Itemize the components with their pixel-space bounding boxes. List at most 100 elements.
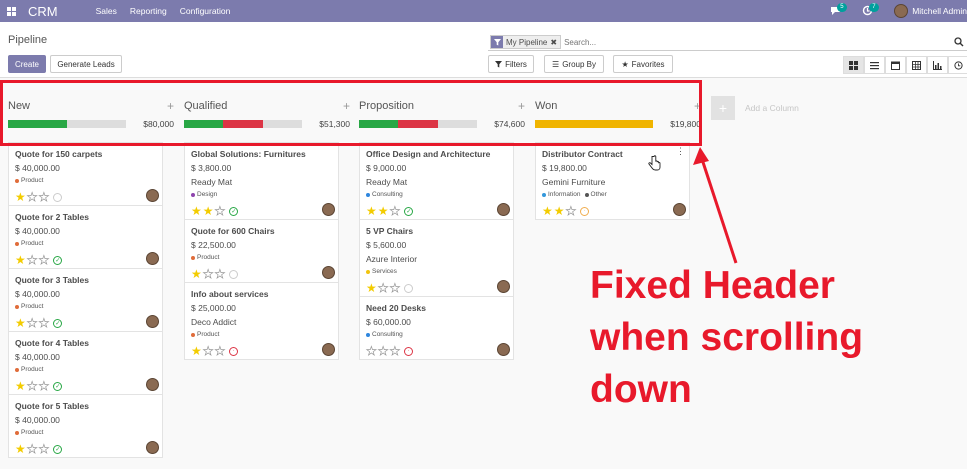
priority-star-icon[interactable]: ★ <box>203 205 214 217</box>
card-avatar[interactable] <box>322 343 335 356</box>
activity-status-icon[interactable]: ✓ <box>53 255 63 265</box>
activity-status-icon[interactable]: ✓ <box>53 318 63 328</box>
favorites-button[interactable]: ★ Favorites <box>613 55 673 73</box>
card-avatar[interactable] <box>673 203 686 216</box>
card-avatar[interactable] <box>146 252 159 265</box>
kanban-card[interactable]: Global Solutions: Furnitures $ 3,800.00 Re… <box>184 142 339 220</box>
activity-status-icon[interactable] <box>404 283 414 293</box>
list-view-icon[interactable] <box>864 56 885 74</box>
kanban-card[interactable]: Quote for 5 Tables $ 40,000.00 Product ★ ★ ★ ✓ <box>8 395 163 458</box>
priority-star-icon[interactable]: ★ <box>214 268 225 281</box>
priority-star-icon[interactable]: ★ <box>565 205 576 218</box>
create-button[interactable]: Create <box>8 55 46 73</box>
activity-status-icon[interactable]: ✓ <box>229 206 239 216</box>
search-bar[interactable]: My Pipeline ✖ <box>488 34 967 51</box>
calendar-view-icon[interactable] <box>885 56 906 74</box>
card-avatar[interactable] <box>322 266 335 279</box>
priority-star-icon[interactable]: ★ <box>202 268 213 281</box>
priority-star-icon[interactable]: ★ <box>38 443 49 456</box>
generate-leads-button[interactable]: Generate Leads <box>50 55 122 73</box>
add-column-label[interactable]: Add a Column <box>745 103 799 113</box>
kanban-card[interactable]: Distributor Contract $ 19,800.00 Gemini Fu… <box>535 142 690 220</box>
card-avatar[interactable] <box>146 378 159 391</box>
user-avatar[interactable] <box>894 4 909 18</box>
priority-star-icon[interactable]: ★ <box>38 380 49 393</box>
priority-star-icon[interactable]: ★ <box>26 191 37 204</box>
priority-star-icon[interactable]: ★ <box>191 345 202 357</box>
activity-status-icon[interactable]: ✓ <box>53 381 63 391</box>
priority-star-icon[interactable]: ★ <box>26 254 37 267</box>
priority-star-icon[interactable]: ★ <box>15 443 26 455</box>
priority-star-icon[interactable]: ★ <box>366 205 377 217</box>
priority-star-icon[interactable]: ★ <box>15 254 26 266</box>
priority-star-icon[interactable]: ★ <box>15 317 26 329</box>
add-column[interactable]: + Add a Column <box>711 96 799 120</box>
filters-button[interactable]: Filters <box>488 55 534 73</box>
groupby-button[interactable]: ☰ Group By <box>544 55 604 73</box>
menu-configuration[interactable]: Configuration <box>180 6 231 16</box>
card-avatar[interactable] <box>497 280 510 293</box>
priority-star-icon[interactable]: ★ <box>377 345 388 358</box>
priority-star-icon[interactable]: ★ <box>389 205 400 218</box>
pivot-view-icon[interactable] <box>906 56 927 74</box>
graph-view-icon[interactable] <box>927 56 948 74</box>
kanban-card[interactable]: 5 VP Chairs $ 5,600.00 Azure Interior Servi… <box>359 220 514 297</box>
filter-facet[interactable]: My Pipeline ✖ <box>490 35 562 49</box>
card-avatar[interactable] <box>497 203 510 216</box>
kanban-card[interactable]: Quote for 600 Chairs $ 22,500.00 Product ★ ★… <box>184 220 339 283</box>
kanban-card[interactable]: Quote for 4 Tables $ 40,000.00 Product ★ ★ ★ ✓ <box>8 332 163 395</box>
priority-star-icon[interactable]: ★ <box>366 282 377 294</box>
activity-status-icon[interactable] <box>229 269 239 279</box>
priority-star-icon[interactable]: ★ <box>15 380 26 392</box>
menu-sales[interactable]: Sales <box>96 6 117 16</box>
activity-status-icon[interactable]: · <box>229 346 239 356</box>
app-brand[interactable]: CRM <box>28 4 58 19</box>
priority-star-icon[interactable]: ★ <box>38 317 49 330</box>
priority-star-icon[interactable]: ★ <box>389 282 400 295</box>
priority-star-icon[interactable]: ★ <box>389 345 400 358</box>
priority-star-icon[interactable]: ★ <box>26 443 37 456</box>
activity-status-icon[interactable]: ✓ <box>53 444 63 454</box>
activity-view-icon[interactable] <box>948 56 967 74</box>
activity-status-icon[interactable] <box>53 192 63 202</box>
priority-star-icon[interactable]: ★ <box>38 191 49 204</box>
card-menu-icon[interactable]: ⋮ <box>676 146 685 157</box>
user-name[interactable]: Mitchell Admin <box>912 6 967 16</box>
menu-reporting[interactable]: Reporting <box>130 6 167 16</box>
priority-star-icon[interactable]: ★ <box>26 380 37 393</box>
priority-star-icon[interactable]: ★ <box>214 345 225 358</box>
kanban-card[interactable]: Quote for 150 carpets $ 40,000.00 Product ★… <box>8 142 163 206</box>
priority-star-icon[interactable]: ★ <box>191 268 202 280</box>
activity-status-icon[interactable]: · <box>580 206 590 216</box>
facet-close-icon[interactable]: ✖ <box>550 38 557 47</box>
card-avatar[interactable] <box>497 343 510 356</box>
chat-icon[interactable]: 5 <box>830 3 847 17</box>
apps-menu-icon[interactable] <box>0 0 22 22</box>
kanban-card[interactable]: Quote for 3 Tables $ 40,000.00 Product ★ ★ ★ ✓ <box>8 269 163 332</box>
priority-star-icon[interactable]: ★ <box>542 205 553 217</box>
search-input[interactable] <box>564 37 954 47</box>
activity-status-icon[interactable]: ✓ <box>404 206 414 216</box>
priority-star-icon[interactable]: ★ <box>378 205 389 217</box>
kanban-card[interactable]: Office Design and Architecture $ 9,000.00… <box>359 142 514 220</box>
priority-star-icon[interactable]: ★ <box>191 205 202 217</box>
priority-star-icon[interactable]: ★ <box>366 345 377 358</box>
add-column-plus-icon[interactable]: + <box>711 96 735 120</box>
kanban-view-icon[interactable] <box>843 56 864 74</box>
priority-star-icon[interactable]: ★ <box>26 317 37 330</box>
priority-star-icon[interactable]: ★ <box>377 282 388 295</box>
priority-star-icon[interactable]: ★ <box>38 254 49 267</box>
search-icon[interactable] <box>954 37 964 47</box>
card-avatar[interactable] <box>322 203 335 216</box>
card-avatar[interactable] <box>146 189 159 202</box>
priority-star-icon[interactable]: ★ <box>202 345 213 358</box>
kanban-card[interactable]: Quote for 2 Tables $ 40,000.00 Product ★ ★ ★ ✓ <box>8 206 163 269</box>
priority-star-icon[interactable]: ★ <box>15 191 26 203</box>
activity-icon[interactable]: 7 <box>862 3 879 17</box>
kanban-card[interactable]: Need 20 Desks $ 60,000.00 Consulting ★ ★ ★ · <box>359 297 514 360</box>
card-avatar[interactable] <box>146 315 159 328</box>
priority-star-icon[interactable]: ★ <box>554 205 565 217</box>
kanban-card[interactable]: Info about services $ 25,000.00 Deco Addic… <box>184 283 339 360</box>
priority-star-icon[interactable]: ★ <box>214 205 225 218</box>
activity-status-icon[interactable]: · <box>404 346 414 356</box>
